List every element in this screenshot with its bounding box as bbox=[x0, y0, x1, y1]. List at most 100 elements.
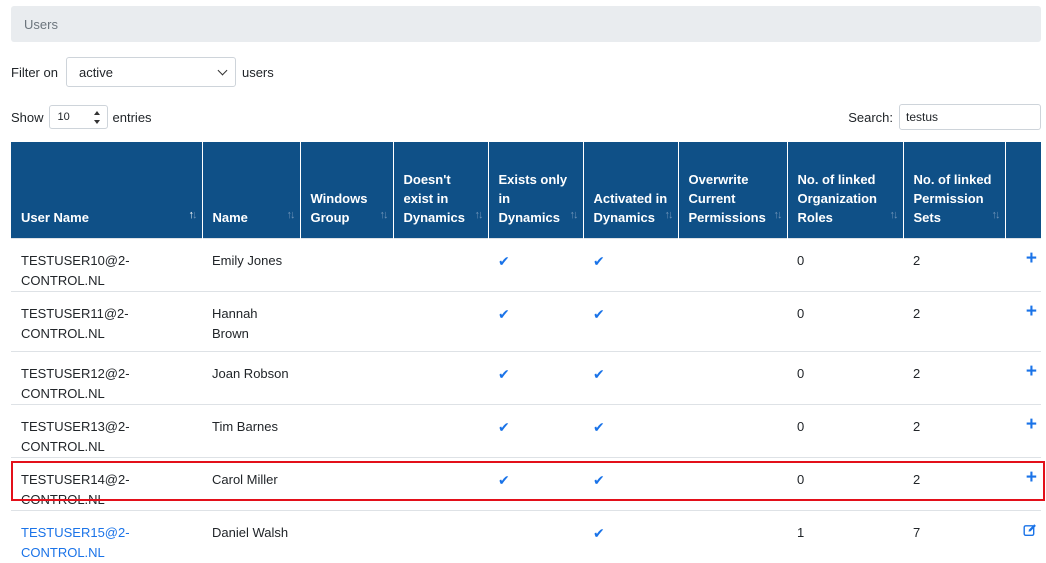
check-icon: ✔ bbox=[488, 237, 583, 291]
cell-overwrite bbox=[678, 509, 787, 563]
check-icon: ✔ bbox=[488, 350, 583, 404]
cell-windows-group bbox=[300, 403, 393, 457]
chevron-down-icon bbox=[217, 65, 228, 76]
search-input[interactable] bbox=[899, 104, 1041, 130]
page-length-row: Show 10 entries bbox=[11, 105, 152, 129]
cell-user-name: TESTUSER13@2-CONTROL.NL bbox=[11, 403, 202, 457]
search-label: Search: bbox=[848, 109, 893, 125]
table-row: TESTUSER11@2-CONTROL.NL Hannah Brown ✔ ✔… bbox=[11, 290, 1041, 351]
filter-label: Filter on bbox=[11, 64, 58, 80]
cell-overwrite bbox=[678, 350, 787, 404]
sort-icon: ↑↓ bbox=[773, 208, 783, 221]
plus-icon[interactable]: + bbox=[1015, 249, 1037, 268]
breadcrumb: Users bbox=[11, 6, 1041, 42]
cell-not-in-dynamics bbox=[393, 403, 488, 457]
column-header-overwrite[interactable]: Overwrite Current Permissions ↑↓ bbox=[678, 142, 788, 238]
cell-org-roles: 0 bbox=[787, 290, 903, 351]
column-label: Name bbox=[212, 209, 248, 225]
cell-not-in-dynamics bbox=[393, 290, 488, 351]
table-row: TESTUSER14@2-CONTROL.NL Carol Miller ✔ ✔… bbox=[11, 456, 1041, 510]
table-row: TESTUSER13@2-CONTROL.NL Tim Barnes ✔ ✔ 0… bbox=[11, 403, 1041, 457]
users-table: User Name ↑↓ Name ↑↓ Windows Group ↑↓ Doesn… bbox=[11, 142, 1041, 563]
cell-exists-only bbox=[488, 509, 583, 563]
check-icon: ✔ bbox=[583, 456, 678, 510]
column-header-activated[interactable]: Activated in Dynamics ↑↓ bbox=[583, 142, 679, 238]
column-label: No. of linked Organization Roles bbox=[797, 171, 877, 225]
column-label: User Name bbox=[21, 209, 89, 225]
sort-icon: ↑↓ bbox=[569, 208, 579, 221]
status-filter-value: active bbox=[78, 65, 113, 80]
cell-name: Emily Jones bbox=[202, 237, 300, 291]
cell-not-in-dynamics bbox=[393, 237, 488, 291]
plus-icon[interactable]: + bbox=[1015, 362, 1037, 381]
cell-overwrite bbox=[678, 237, 787, 291]
cell-overwrite bbox=[678, 456, 787, 510]
cell-not-in-dynamics bbox=[393, 509, 488, 563]
column-header-exists-only[interactable]: Exists only in Dynamics ↑↓ bbox=[488, 142, 584, 238]
check-icon: ✔ bbox=[488, 456, 583, 510]
column-header-windows-group[interactable]: Windows Group ↑↓ bbox=[300, 142, 394, 238]
page-title: Users bbox=[24, 17, 58, 32]
cell-user-name: TESTUSER10@2-CONTROL.NL bbox=[11, 237, 202, 291]
page-length-value: 10 bbox=[57, 111, 70, 123]
plus-icon[interactable]: + bbox=[1015, 415, 1037, 434]
table-row: TESTUSER10@2-CONTROL.NL Emily Jones ✔ ✔ … bbox=[11, 237, 1041, 291]
cell-windows-group bbox=[300, 509, 393, 563]
sort-icon: ↑↓ bbox=[664, 208, 674, 221]
cell-perm-sets: 2 bbox=[903, 456, 1005, 510]
check-icon: ✔ bbox=[583, 403, 678, 457]
sort-icon: ↑↓ bbox=[474, 208, 484, 221]
cell-action bbox=[1005, 509, 1041, 563]
cell-name: Tim Barnes bbox=[202, 403, 300, 457]
edit-icon[interactable] bbox=[1023, 523, 1037, 537]
check-icon: ✔ bbox=[583, 290, 678, 351]
column-header-perm-sets[interactable]: No. of linked Permission Sets ↑↓ bbox=[903, 142, 1006, 238]
cell-perm-sets: 2 bbox=[903, 350, 1005, 404]
cell-not-in-dynamics bbox=[393, 456, 488, 510]
status-filter-select[interactable]: active bbox=[65, 57, 236, 87]
cell-user-name: TESTUSER11@2-CONTROL.NL bbox=[11, 290, 202, 351]
entries-label: entries bbox=[112, 109, 152, 125]
cell-perm-sets: 7 bbox=[903, 509, 1005, 563]
cell-name: Joan Robson bbox=[202, 350, 300, 404]
cell-org-roles: 0 bbox=[787, 403, 903, 457]
column-label: No. of linked Permission Sets bbox=[913, 171, 992, 225]
column-header-org-roles[interactable]: No. of linked Organization Roles ↑↓ bbox=[787, 142, 904, 238]
cell-not-in-dynamics bbox=[393, 350, 488, 404]
column-header-actions bbox=[1005, 142, 1041, 238]
column-header-name[interactable]: Name ↑↓ bbox=[202, 142, 301, 238]
cell-overwrite bbox=[678, 290, 787, 351]
check-icon: ✔ bbox=[488, 403, 583, 457]
sort-icon: ↑↓ bbox=[286, 208, 296, 221]
cell-org-roles: 0 bbox=[787, 350, 903, 404]
show-label: Show bbox=[11, 109, 44, 125]
table-row: TESTUSER12@2-CONTROL.NL Joan Robson ✔ ✔ … bbox=[11, 350, 1041, 404]
column-label: Windows Group bbox=[310, 190, 368, 225]
cell-action: + bbox=[1005, 456, 1041, 510]
page-length-select[interactable]: 10 bbox=[48, 105, 108, 129]
cell-user-name: TESTUSER12@2-CONTROL.NL bbox=[11, 350, 202, 404]
cell-org-roles: 0 bbox=[787, 237, 903, 291]
cell-name: Hannah Brown bbox=[202, 290, 300, 351]
table-row: TESTUSER15@2-CONTROL.NL Daniel Walsh ✔ 1… bbox=[11, 509, 1041, 563]
check-icon: ✔ bbox=[488, 290, 583, 351]
sort-icon: ↑↓ bbox=[379, 208, 389, 221]
column-header-user-name[interactable]: User Name ↑↓ bbox=[11, 142, 203, 238]
column-label: Activated in Dynamics bbox=[593, 190, 668, 225]
sort-icon: ↑↓ bbox=[889, 208, 899, 221]
cell-action: + bbox=[1005, 403, 1041, 457]
plus-icon[interactable]: + bbox=[1015, 468, 1037, 487]
updown-arrows-icon bbox=[93, 111, 101, 124]
cell-windows-group bbox=[300, 237, 393, 291]
plus-icon[interactable]: + bbox=[1015, 302, 1037, 321]
cell-user-name: TESTUSER15@2-CONTROL.NL bbox=[11, 509, 202, 563]
sort-icon: ↑↓ bbox=[991, 208, 1001, 221]
cell-windows-group bbox=[300, 456, 393, 510]
check-icon: ✔ bbox=[583, 509, 678, 563]
user-link[interactable]: TESTUSER15@2-CONTROL.NL bbox=[21, 525, 130, 560]
cell-action: + bbox=[1005, 237, 1041, 291]
column-label: Overwrite Current Permissions bbox=[688, 171, 766, 225]
column-header-not-in-dynamics[interactable]: Doesn't exist in Dynamics ↑↓ bbox=[393, 142, 489, 238]
cell-name: Daniel Walsh bbox=[202, 509, 300, 563]
cell-perm-sets: 2 bbox=[903, 237, 1005, 291]
